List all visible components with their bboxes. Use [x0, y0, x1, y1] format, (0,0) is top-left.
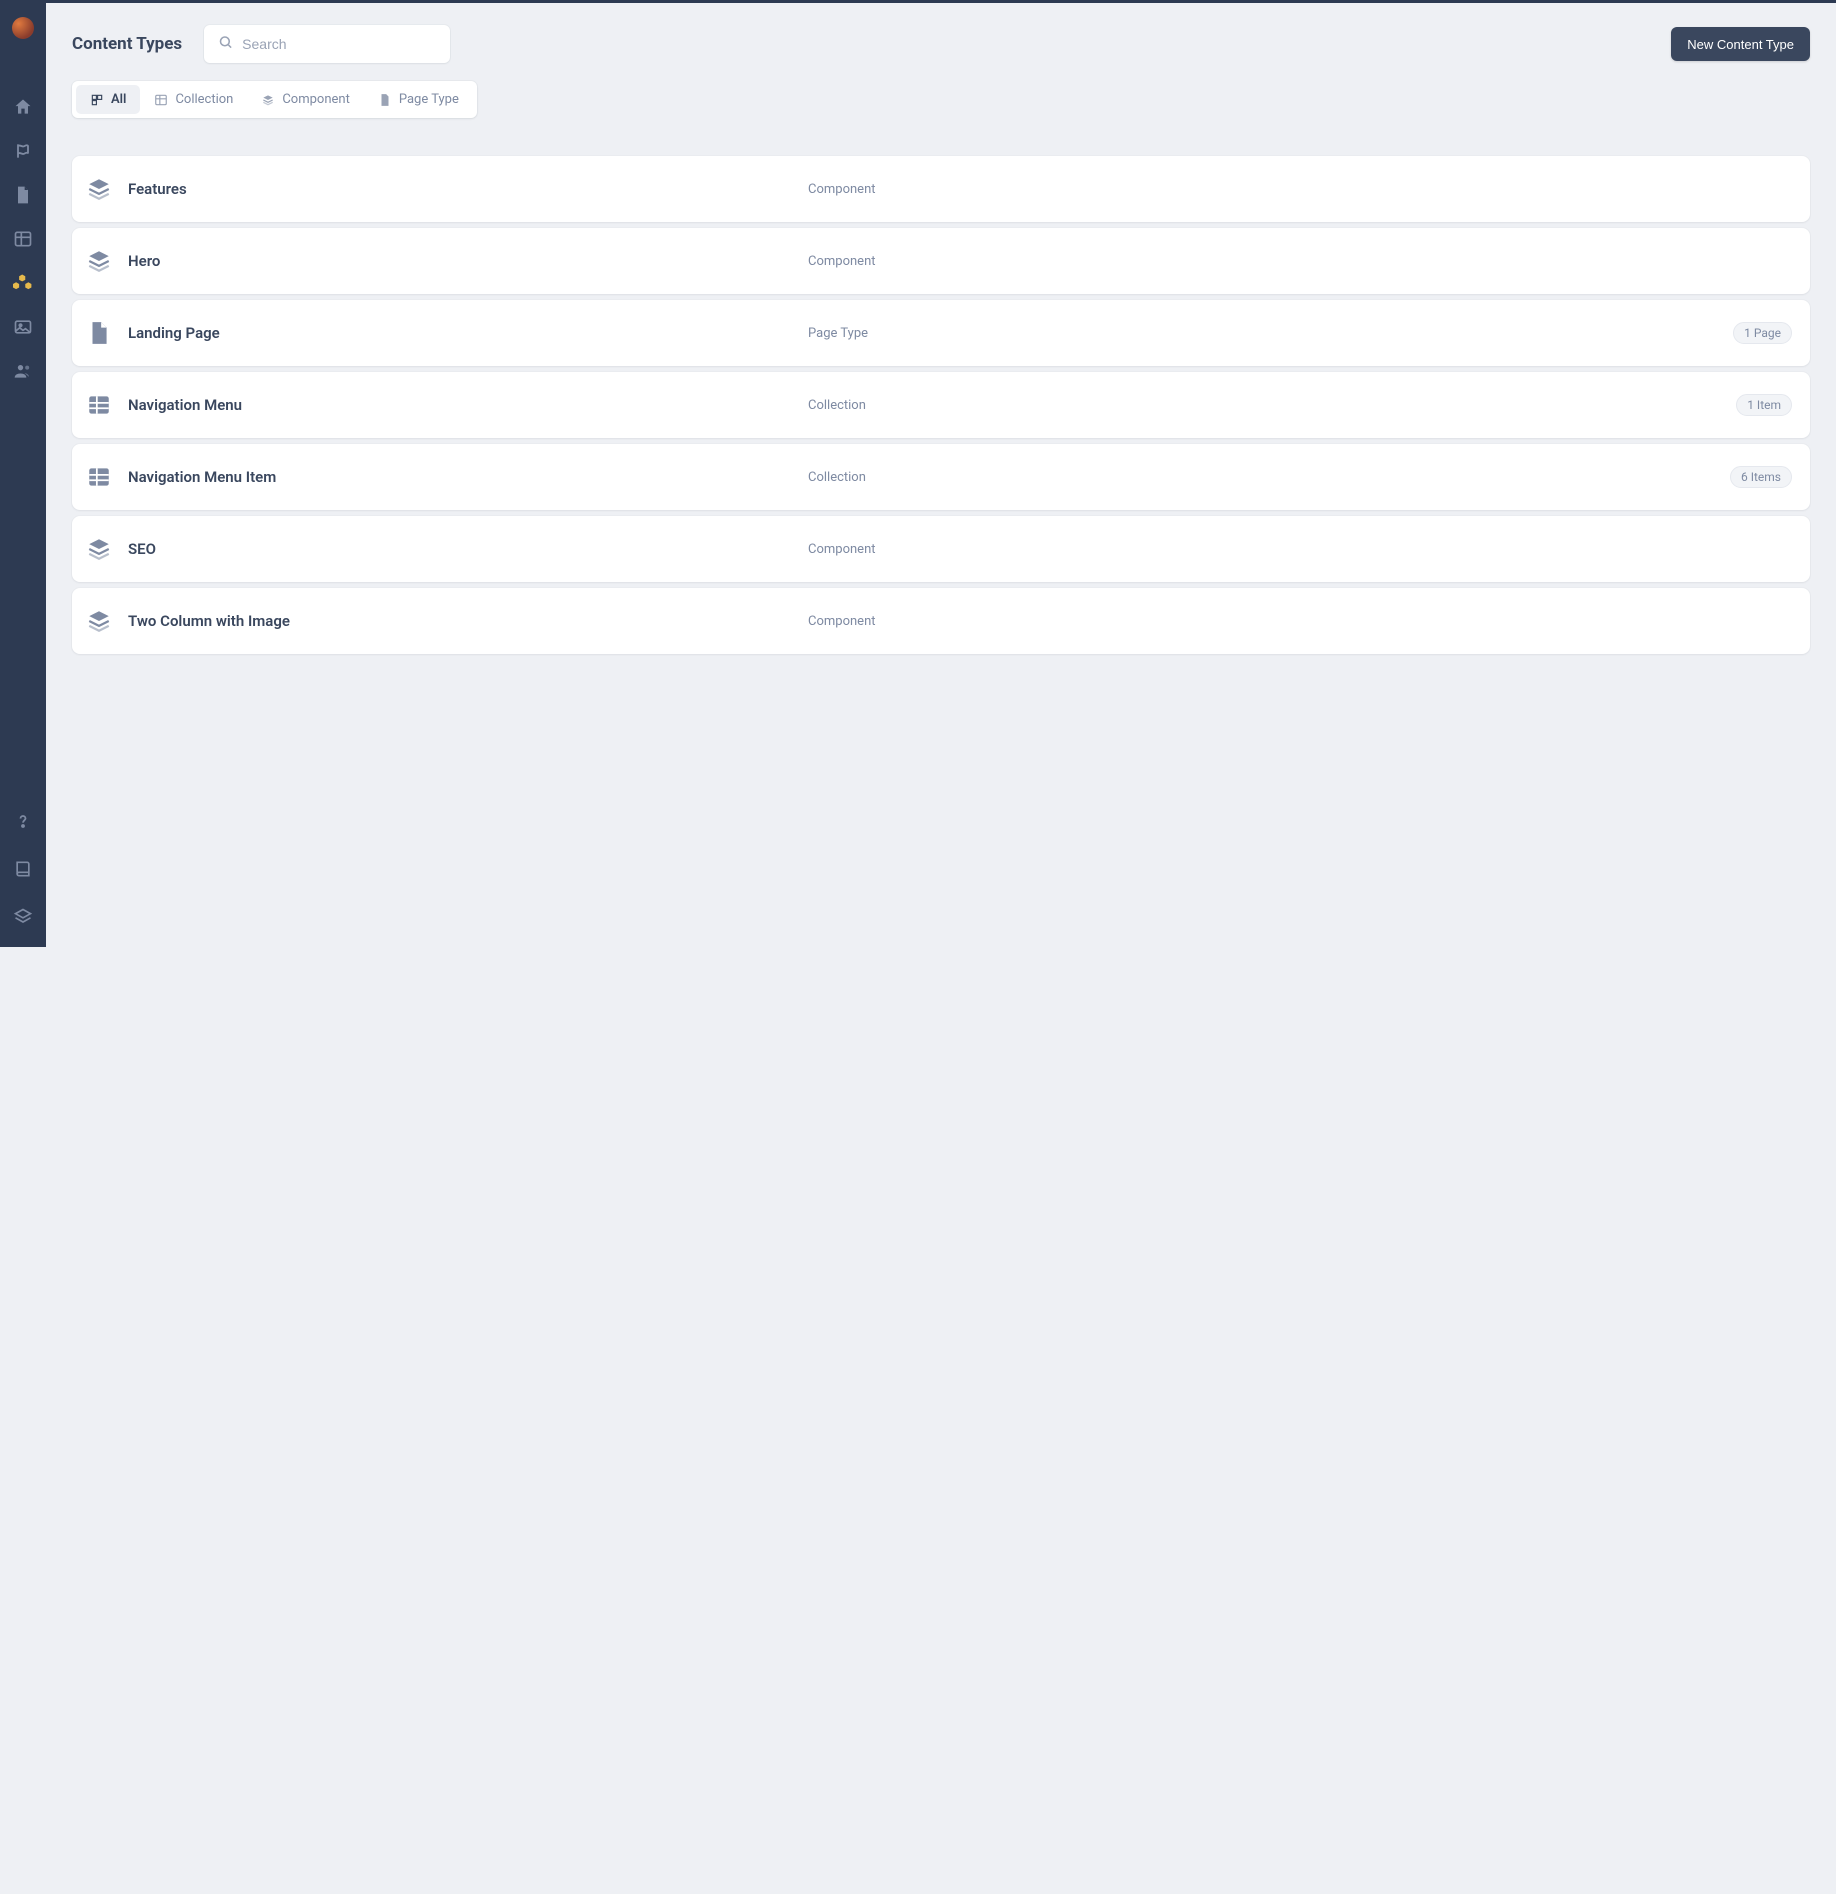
- count-badge: 6 Items: [1730, 466, 1792, 488]
- row-name: SEO: [128, 540, 808, 558]
- content-type-list: FeaturesComponentHeroComponentLanding Pa…: [72, 156, 1810, 654]
- cubes-icon: [13, 273, 33, 297]
- media-icon: [13, 317, 33, 341]
- row-type: Component: [808, 182, 1792, 197]
- row-name: Navigation Menu Item: [128, 468, 808, 486]
- row-name: Features: [128, 180, 808, 198]
- sidebar-item-home[interactable]: [13, 99, 33, 119]
- filter-label: Component: [282, 92, 350, 107]
- row-type: Page Type: [808, 326, 1733, 341]
- users-icon: [13, 361, 33, 385]
- component-icon: [261, 93, 275, 107]
- sidebar-item-docs[interactable]: [13, 861, 33, 881]
- header: Content Types New Content Type: [72, 3, 1810, 81]
- content-type-row[interactable]: Navigation Menu ItemCollection6 Items: [72, 444, 1810, 510]
- row-type: Component: [808, 254, 1792, 269]
- page-title: Content Types: [72, 34, 182, 54]
- sidebar-item-users[interactable]: [13, 363, 33, 383]
- filter-tab-collection[interactable]: Collection: [140, 85, 247, 114]
- sidebar-item-collections[interactable]: [13, 231, 33, 251]
- count-badge: 1 Item: [1736, 394, 1792, 416]
- main-content: Content Types New Content Type All: [46, 3, 1836, 947]
- search: [204, 25, 450, 63]
- sidebar-bottom: [13, 813, 33, 947]
- count-badge: 1 Page: [1733, 322, 1792, 344]
- row-type: Collection: [808, 470, 1730, 485]
- page-icon: [86, 320, 112, 346]
- sidebar-item-content-types[interactable]: [13, 275, 33, 295]
- row-name: Landing Page: [128, 324, 808, 342]
- blog-icon: [13, 141, 33, 165]
- layers-icon: [13, 907, 33, 931]
- new-content-type-button[interactable]: New Content Type: [1671, 27, 1810, 61]
- filter-label: Page Type: [399, 92, 459, 107]
- component-icon: [86, 608, 112, 634]
- row-type: Component: [808, 542, 1792, 557]
- row-name: Hero: [128, 252, 808, 270]
- home-icon: [13, 97, 33, 121]
- sidebar-item-pages[interactable]: [13, 187, 33, 207]
- sidebar-nav: [13, 99, 33, 383]
- collection-icon: [86, 464, 112, 490]
- content-type-row[interactable]: HeroComponent: [72, 228, 1810, 294]
- filter-tab-all[interactable]: All: [76, 85, 140, 114]
- row-type: Collection: [808, 398, 1736, 413]
- all-icon: [90, 93, 104, 107]
- filter-tab-page-type[interactable]: Page Type: [364, 85, 473, 114]
- content-type-row[interactable]: Two Column with ImageComponent: [72, 588, 1810, 654]
- sidebar-item-media[interactable]: [13, 319, 33, 339]
- sidebar-item-blog[interactable]: [13, 143, 33, 163]
- filter-tabs: All Collection Component Page Type: [72, 81, 477, 118]
- row-name: Navigation Menu: [128, 396, 808, 414]
- search-input[interactable]: [204, 25, 450, 63]
- row-type: Component: [808, 614, 1792, 629]
- filter-label: All: [111, 92, 126, 107]
- help-icon: [13, 811, 33, 835]
- collection-icon: [154, 93, 168, 107]
- table-icon: [13, 229, 33, 253]
- row-name: Two Column with Image: [128, 612, 808, 630]
- sidebar: [0, 3, 46, 947]
- avatar[interactable]: [12, 17, 34, 39]
- content-type-row[interactable]: SEOComponent: [72, 516, 1810, 582]
- page-type-icon: [378, 93, 392, 107]
- component-icon: [86, 536, 112, 562]
- content-type-row[interactable]: FeaturesComponent: [72, 156, 1810, 222]
- content-type-row[interactable]: Navigation MenuCollection1 Item: [72, 372, 1810, 438]
- component-icon: [86, 176, 112, 202]
- sidebar-item-help[interactable]: [13, 813, 33, 833]
- filter-tab-component[interactable]: Component: [247, 85, 364, 114]
- component-icon: [86, 248, 112, 274]
- book-icon: [13, 859, 33, 883]
- sidebar-item-stack[interactable]: [13, 909, 33, 929]
- filter-label: Collection: [175, 92, 233, 107]
- content-type-row[interactable]: Landing PagePage Type1 Page: [72, 300, 1810, 366]
- page-icon: [13, 185, 33, 209]
- collection-icon: [86, 392, 112, 418]
